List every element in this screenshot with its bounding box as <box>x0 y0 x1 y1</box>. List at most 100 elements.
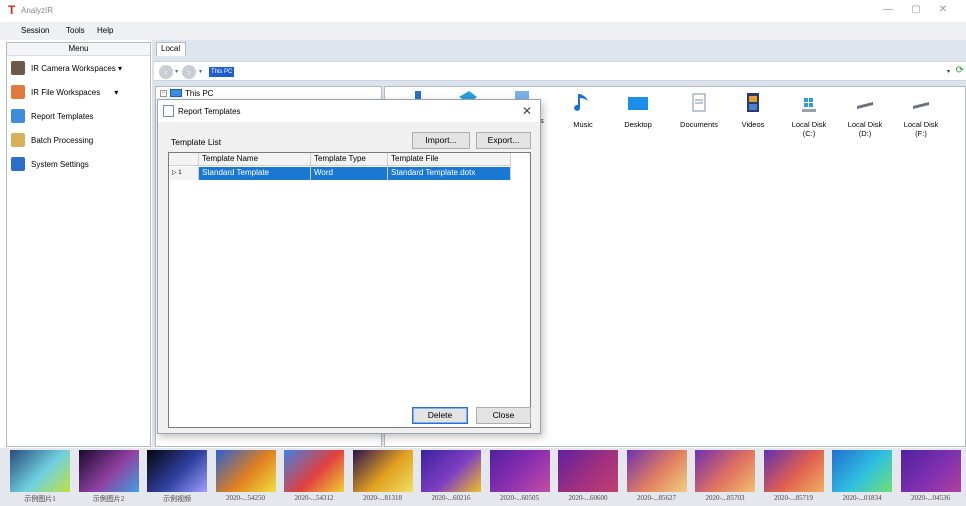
thumbnail-label: 2020-...54250 <box>225 494 266 502</box>
tab-local[interactable]: Local <box>156 42 186 56</box>
app-logo: T <box>8 3 16 17</box>
dropdown-arrow-icon[interactable]: ▾ <box>175 68 178 75</box>
tree-item-this-pc[interactable]: − This PC <box>160 87 213 99</box>
thumbnail-image[interactable] <box>352 450 413 492</box>
thumbnail-label: 2020-...60505 <box>499 494 540 502</box>
grid-header: Template Name Template Type Template Fil… <box>169 153 511 166</box>
left-panel-header: Menu <box>7 43 150 56</box>
menu-tools[interactable]: Tools <box>66 26 85 35</box>
thumbnail-image[interactable] <box>558 450 618 492</box>
title-bar: T AnalyzIR — ▢ ✕ <box>0 0 966 22</box>
column-header-template-name[interactable]: Template Name <box>199 153 311 165</box>
delete-button[interactable]: Delete <box>412 407 468 424</box>
menu-session[interactable]: Session <box>21 26 49 35</box>
thumbnail-label: 2020-...81318 <box>362 494 403 502</box>
left-item-label: IR Camera Workspaces ▾ <box>31 63 123 73</box>
minimize-button[interactable]: — <box>877 3 899 17</box>
close-window-button[interactable]: ✕ <box>932 3 954 17</box>
thumbnail-image[interactable] <box>284 450 344 492</box>
settings-monitor-icon <box>11 157 25 171</box>
menu-report-templates[interactable]: Report Templates <box>11 107 149 125</box>
drive-f[interactable]: Local Disk (F:) <box>893 92 949 138</box>
file-workspace-icon <box>11 85 25 99</box>
thumbnail-image[interactable] <box>215 450 276 492</box>
dialog-title: Report Templates <box>178 107 241 116</box>
thumbnail-label: 示例图片2 <box>92 495 125 503</box>
left-item-label: System Settings <box>31 159 89 169</box>
folder-desktop[interactable]: Desktop <box>610 92 666 129</box>
documents-icon <box>692 93 706 112</box>
file-item-label: Documents <box>680 120 718 129</box>
address-bar: ‹ ▾ › ▾ This PC ▾ ⟳ <box>154 61 966 81</box>
cell-template-file[interactable]: Standard Template.dotx <box>388 167 511 180</box>
thumbnail-label: 2020-...01834 <box>842 494 882 502</box>
thumbnail-image[interactable] <box>763 450 824 492</box>
thumbnail-label: 2020-...85627 <box>636 494 677 502</box>
thumbnail-image[interactable] <box>695 450 755 492</box>
left-item-label: IR File Workspaces <box>31 87 101 97</box>
drive-d[interactable]: Local Disk (D:) <box>837 92 893 138</box>
computer-icon <box>170 89 182 97</box>
thumbnail-image[interactable] <box>832 450 892 492</box>
folder-videos[interactable]: Videos <box>725 92 781 129</box>
column-header-template-type[interactable]: Template Type <box>311 153 388 165</box>
close-button[interactable]: Close <box>476 407 531 424</box>
import-button[interactable]: Import... <box>412 132 470 149</box>
template-grid: Template Name Template Type Template Fil… <box>168 152 531 428</box>
camera-workspace-icon <box>11 61 25 75</box>
file-item-label: Desktop <box>624 120 652 129</box>
export-button[interactable]: Export... <box>476 132 531 149</box>
menu-ir-file-workspaces[interactable]: IR File Workspaces ▾ <box>11 83 149 101</box>
cell-template-name[interactable]: Standard Template <box>199 167 311 180</box>
thumbnail-label: 2020-...85719 <box>773 494 814 502</box>
maximize-button[interactable]: ▢ <box>905 3 927 17</box>
address-dropdown-icon[interactable]: ▾ <box>947 68 950 75</box>
batch-icon <box>11 133 25 147</box>
thumbnail-image[interactable] <box>626 450 687 492</box>
thumbnail-image[interactable] <box>489 450 550 492</box>
menu-bar: Session Tools Help <box>0 22 966 40</box>
file-item-label: Videos <box>741 120 765 129</box>
refresh-icon[interactable]: ⟳ <box>956 65 964 76</box>
thumbnail-label: 示例图片1 <box>24 495 56 503</box>
thumbnail-image[interactable] <box>78 450 139 492</box>
dropdown-arrow-icon[interactable]: ▾ <box>199 68 202 75</box>
thumbnail-image[interactable] <box>10 450 70 492</box>
thumbnail-image[interactable] <box>421 450 481 492</box>
file-item-label: Local Disk (F:) <box>903 120 939 138</box>
table-row[interactable]: ▷ 1 Standard Template Word Standard Temp… <box>169 167 511 180</box>
left-menu-panel: Menu IR Camera Workspaces ▾ IR File Work… <box>6 42 151 447</box>
menu-help[interactable]: Help <box>97 26 113 35</box>
forward-icon[interactable]: › <box>182 65 196 79</box>
drive-d-icon <box>857 102 873 109</box>
cell-template-type[interactable]: Word <box>311 167 388 180</box>
back-icon[interactable]: ‹ <box>159 65 173 79</box>
desktop-icon <box>628 97 648 110</box>
close-icon[interactable]: ✕ <box>522 104 532 118</box>
menu-ir-camera-workspaces[interactable]: IR Camera Workspaces ▾ <box>11 59 149 77</box>
column-header-template-file[interactable]: Template File <box>388 153 511 165</box>
app-title: AnalyzIR <box>21 6 54 15</box>
thumbnail-label: 示例视频 <box>163 495 191 503</box>
left-item-label: Batch Processing <box>31 135 94 145</box>
thumbnail-image[interactable] <box>900 450 961 492</box>
menu-batch-processing[interactable]: Batch Processing <box>11 131 149 149</box>
thumbnail-image[interactable] <box>147 450 207 492</box>
row-header-corner <box>169 153 199 165</box>
report-icon <box>11 109 25 123</box>
left-item-label: Report Templates <box>31 111 94 121</box>
folder-documents[interactable]: Documents <box>671 92 727 129</box>
file-item-label: Local Disk (C:) <box>791 120 827 138</box>
drive-c[interactable]: Local Disk (C:) <box>781 92 837 138</box>
thumbnail-strip: 示例图片1 示例图片2 示例视频 2020-...54250 2020-...54312… <box>0 448 966 506</box>
tree-item-label: This PC <box>185 88 214 98</box>
row-marker: ▷ 1 <box>169 167 199 180</box>
folder-music[interactable]: Music <box>555 92 611 129</box>
thumbnail-label: 2020-...60600 <box>568 494 608 502</box>
address-field[interactable]: This PC <box>209 67 235 77</box>
menu-system-settings[interactable]: System Settings <box>11 155 149 173</box>
report-template-icon <box>163 105 174 117</box>
chevron-down-icon[interactable]: ▾ <box>114 88 118 97</box>
thumbnail-label: 2020-...54312 <box>294 494 334 502</box>
collapse-icon[interactable]: − <box>160 89 167 97</box>
